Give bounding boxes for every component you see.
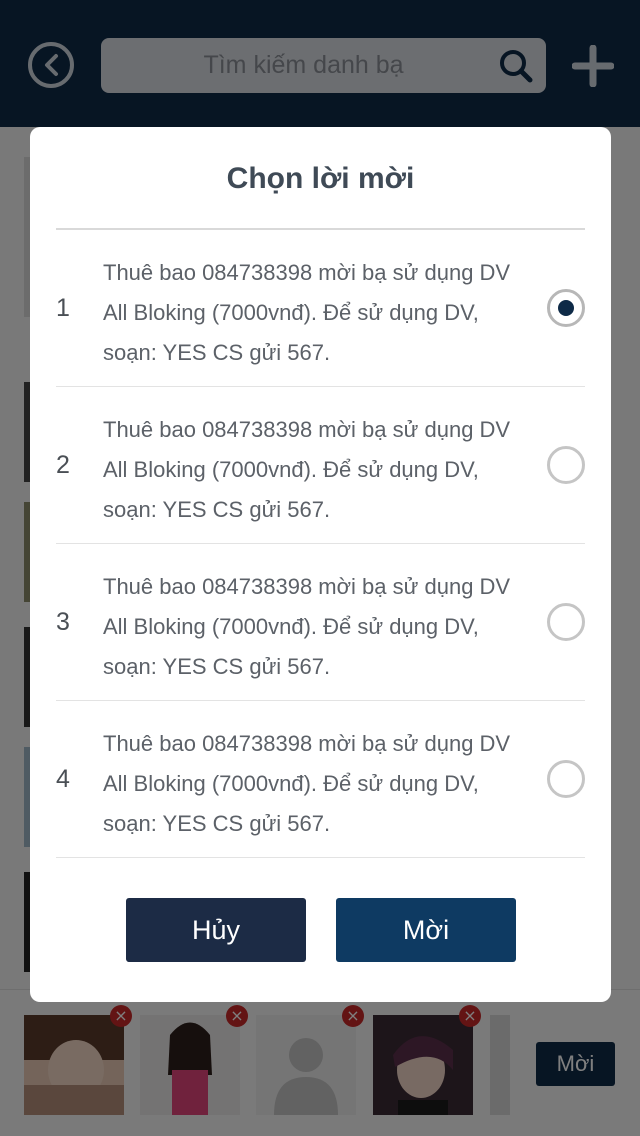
option-number: 4 — [56, 765, 70, 793]
invite-message-dialog: Chọn lời mời 1 Thuê bao 084738398 mời bạ… — [30, 127, 611, 1002]
option-number: 2 — [56, 451, 70, 479]
option-radio[interactable] — [547, 289, 585, 327]
invite-option[interactable]: 3 Thuê bao 084738398 mời bạ sử dụng DV A… — [56, 544, 585, 701]
option-text: Thuê bao 084738398 mời bạ sử dụng DV All… — [103, 574, 511, 679]
option-text: Thuê bao 084738398 mời bạ sử dụng DV All… — [103, 417, 511, 522]
option-radio[interactable] — [547, 603, 585, 641]
option-text: Thuê bao 084738398 mời bạ sử dụng DV All… — [103, 731, 511, 836]
confirm-invite-button[interactable]: Mời — [336, 898, 516, 962]
dialog-title: Chọn lời mời — [226, 162, 415, 195]
cancel-button[interactable]: Hủy — [126, 898, 306, 962]
invite-option[interactable]: 4 Thuê bao 084738398 mời bạ sử dụng DV A… — [56, 701, 585, 858]
radio-selected-dot — [558, 300, 574, 316]
invite-option[interactable]: 2 Thuê bao 084738398 mời bạ sử dụng DV A… — [56, 387, 585, 544]
option-number: 3 — [56, 608, 70, 636]
option-radio[interactable] — [547, 760, 585, 798]
invite-option[interactable]: 1 Thuê bao 084738398 mời bạ sử dụng DV A… — [56, 230, 585, 387]
option-radio[interactable] — [547, 446, 585, 484]
option-number: 1 — [56, 294, 70, 322]
option-text: Thuê bao 084738398 mời bạ sử dụng DV All… — [103, 260, 511, 365]
